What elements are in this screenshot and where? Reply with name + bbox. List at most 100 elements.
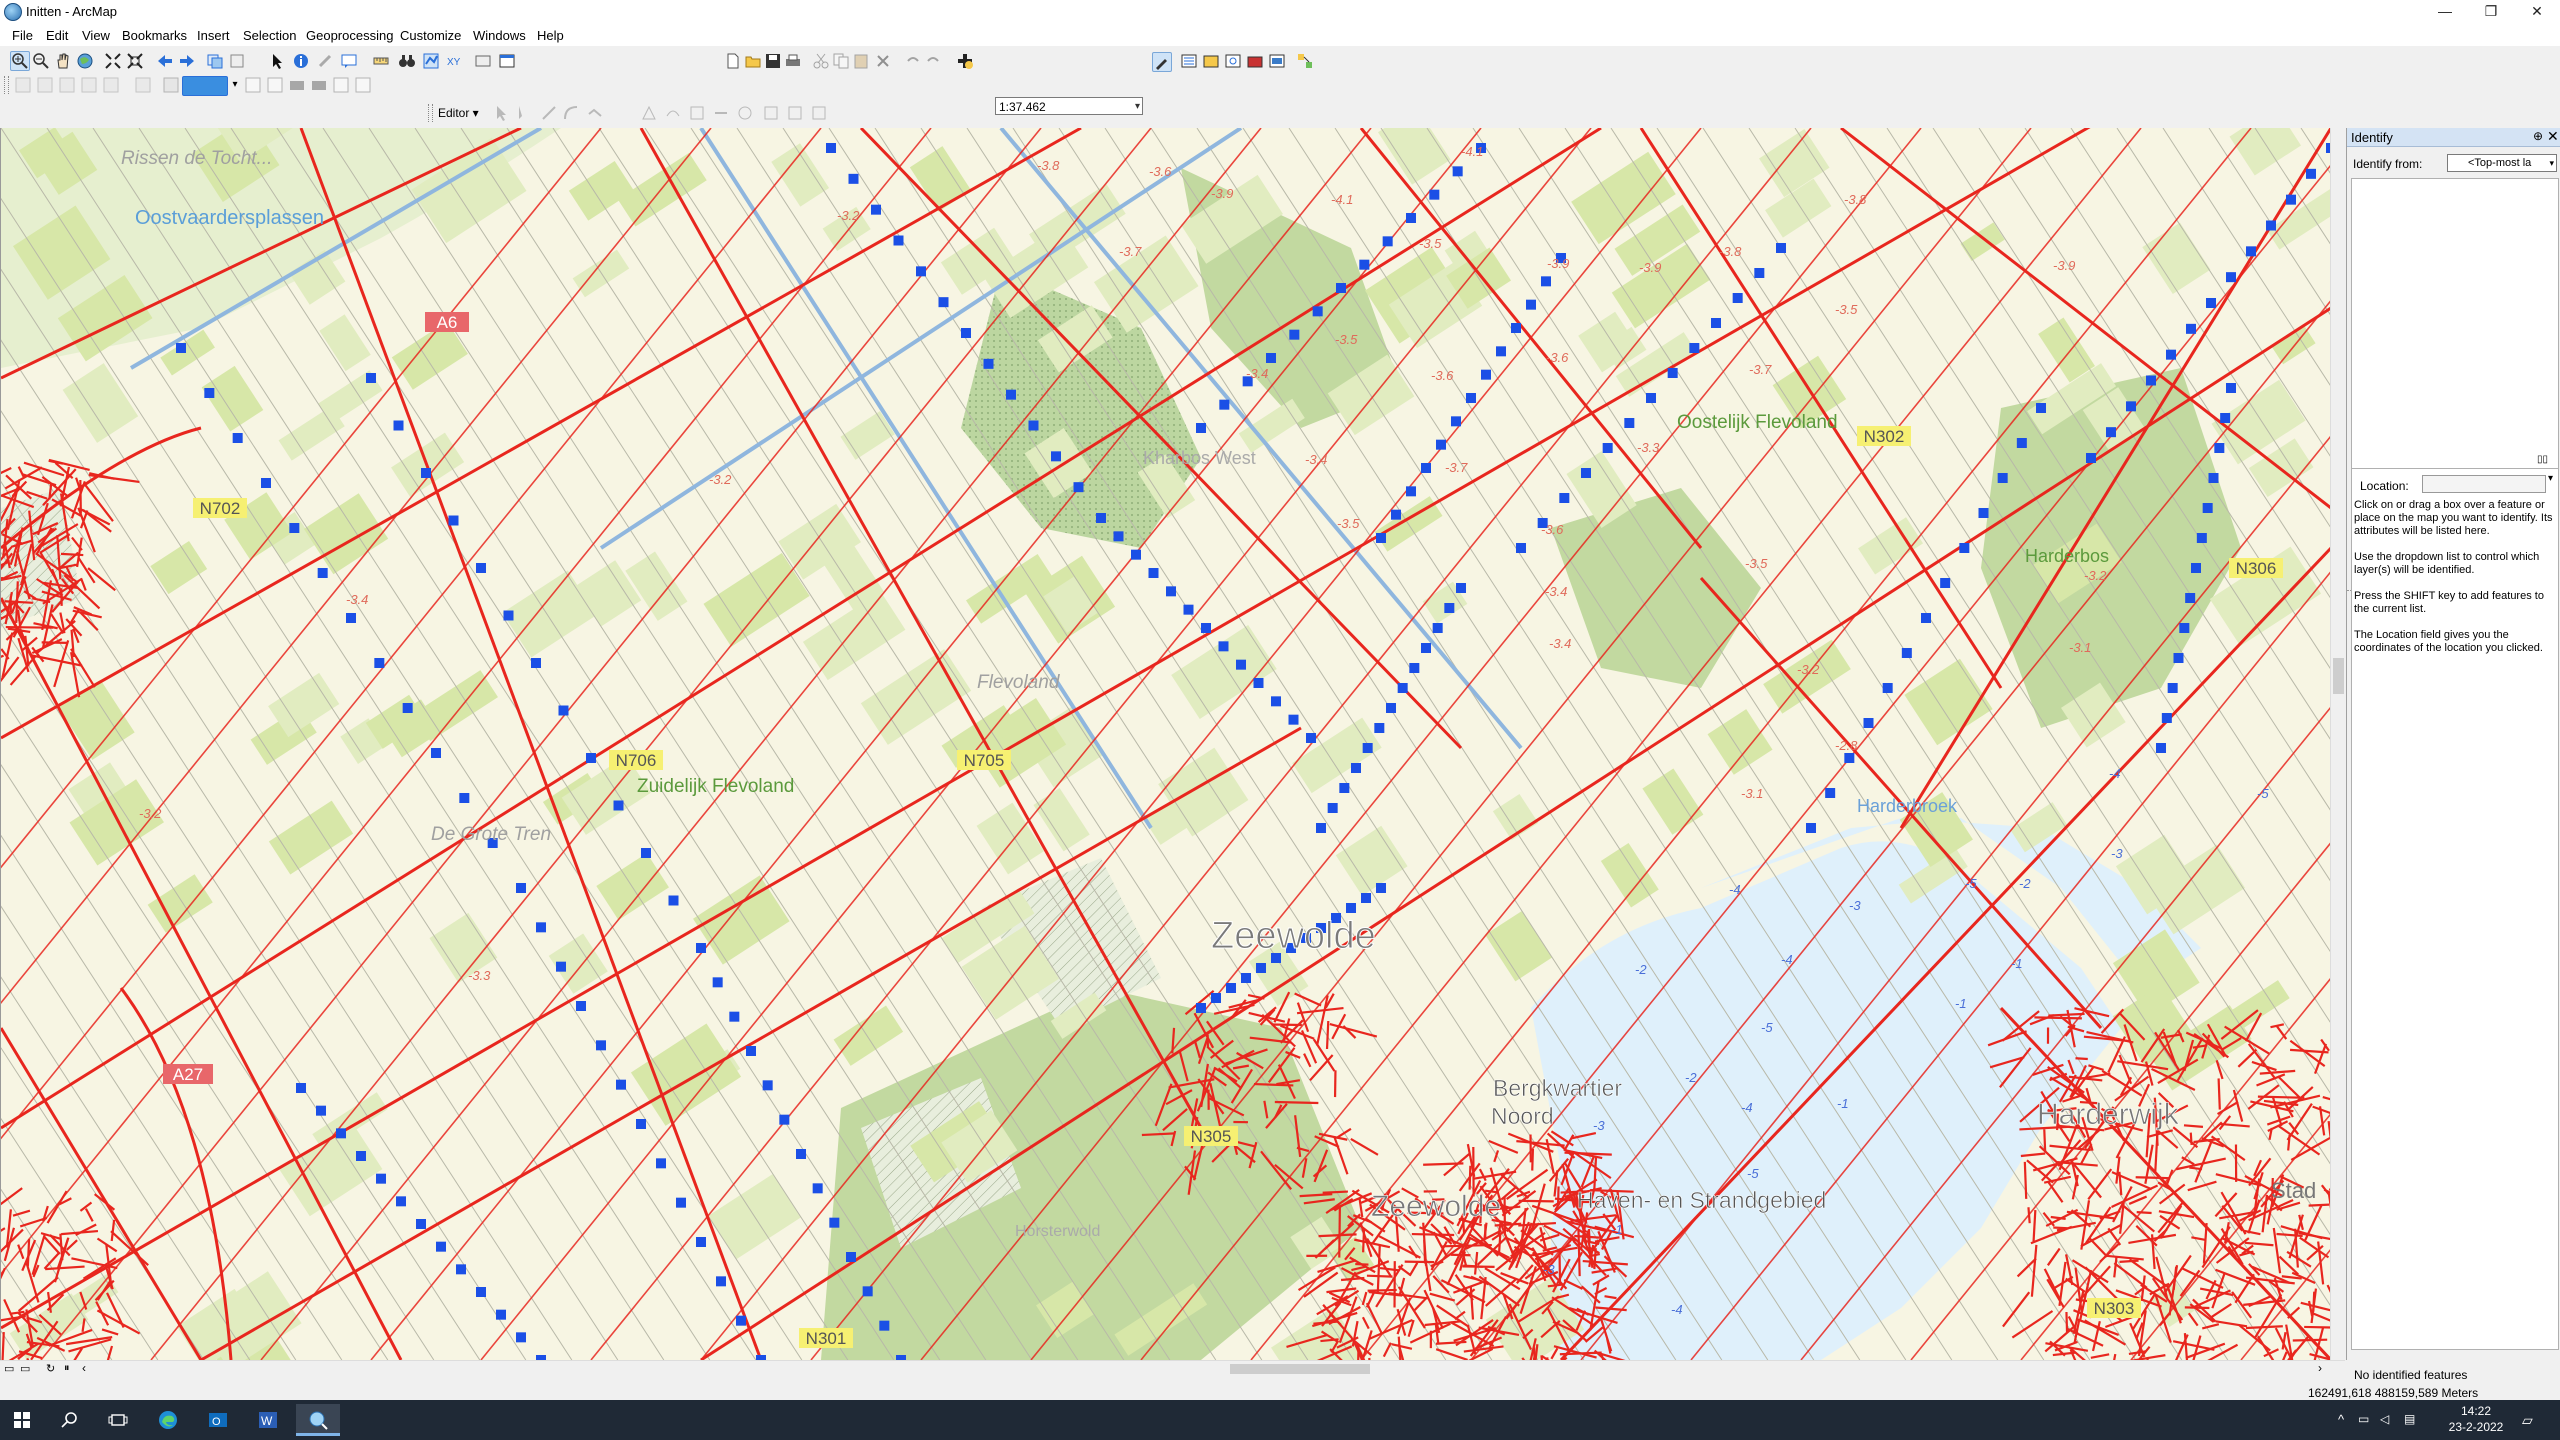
zoom-whole-page-icon[interactable] — [80, 76, 98, 94]
find-route-icon[interactable] — [422, 52, 440, 70]
word-icon[interactable]: W — [246, 1404, 290, 1436]
edit-vertices-icon[interactable] — [640, 104, 658, 122]
pin-icon[interactable]: ⊕ — [2533, 129, 2543, 143]
toolbar-grip[interactable] — [4, 76, 9, 94]
zoom-out-tool-icon[interactable] — [32, 52, 50, 70]
editor-menu[interactable]: Editor ▾ — [438, 106, 479, 120]
copy-icon[interactable] — [832, 52, 850, 70]
windows-start-icon[interactable] — [0, 1404, 44, 1436]
measure-icon[interactable] — [372, 52, 390, 70]
menu-windows[interactable]: Windows — [473, 28, 526, 43]
data-view-icon[interactable]: ▭ — [4, 1362, 14, 1375]
scrollbar-thumb[interactable] — [1230, 1364, 1370, 1374]
open-folder-icon[interactable] — [744, 52, 762, 70]
network-icon[interactable]: ▭ — [2358, 1412, 2369, 1426]
zoom-100-icon[interactable] — [102, 76, 120, 94]
search-window-icon[interactable] — [1224, 52, 1242, 70]
menu-view[interactable]: View — [82, 28, 110, 43]
layout-previous-extent-icon[interactable] — [134, 76, 152, 94]
layout-grid-icon[interactable] — [332, 76, 350, 94]
outlook-icon[interactable]: O — [196, 1404, 240, 1436]
page-setup-icon[interactable] — [266, 76, 284, 94]
menu-file[interactable]: File — [12, 28, 33, 43]
edge-browser-icon[interactable] — [146, 1404, 190, 1436]
layout-view-icon[interactable]: ▭ — [20, 1362, 30, 1375]
snapping-icon[interactable] — [244, 76, 262, 94]
panel-options-icon[interactable]: ▯▯ — [2537, 454, 2548, 465]
split-icon[interactable] — [712, 104, 730, 122]
layout-options-icon[interactable] — [354, 76, 372, 94]
map-view[interactable]: -3.8 -3.6 -4.1 -3.9 -4.1 -3.2 -3.7 -3.5 … — [0, 128, 2331, 1360]
color-swatch-icon[interactable] — [182, 76, 228, 96]
clear-selection-icon[interactable] — [228, 52, 246, 70]
endpoint-arc-icon[interactable] — [562, 104, 580, 122]
html-popup-icon[interactable] — [340, 52, 358, 70]
full-extent-globe-icon[interactable] — [76, 52, 94, 70]
taskbar-clock[interactable]: 14:22 23-2-2022 — [2444, 1403, 2508, 1435]
map-canvas[interactable]: -3.8 -3.6 -4.1 -3.9 -4.1 -3.2 -3.7 -3.5 … — [1, 128, 2331, 1360]
reshape-icon[interactable] — [664, 104, 682, 122]
select-elements-arrow-icon[interactable] — [268, 52, 286, 70]
scrollbar-thumb[interactable] — [2333, 658, 2344, 694]
hyperlink-icon[interactable] — [316, 52, 334, 70]
layout-zoom-out-icon[interactable] — [36, 76, 54, 94]
menu-insert[interactable]: Insert — [197, 28, 230, 43]
forward-arrow-icon[interactable] — [178, 52, 196, 70]
go-to-xy-icon[interactable]: XY — [446, 52, 464, 70]
close-button[interactable]: ✕ — [2514, 0, 2560, 24]
pause-drawing-icon[interactable]: ⏸ — [64, 1362, 70, 1375]
cut-polygons-icon[interactable] — [688, 104, 706, 122]
identify-icon[interactable] — [292, 52, 310, 70]
chevron-down-icon[interactable]: ▾ — [1135, 98, 1140, 116]
show-hidden-icons-icon[interactable]: ^ — [2338, 1412, 2344, 1427]
redo-icon[interactable] — [924, 52, 942, 70]
time-slider-icon[interactable] — [474, 52, 492, 70]
task-view-icon[interactable] — [96, 1404, 140, 1436]
search-icon[interactable] — [48, 1404, 92, 1436]
layout-zoom-in-icon[interactable] — [14, 76, 32, 94]
identify-from-select[interactable]: <Top-most la ▾ — [2447, 154, 2557, 172]
menu-bookmarks[interactable]: Bookmarks — [122, 28, 187, 43]
chevron-down-icon[interactable]: ▾ — [2549, 155, 2554, 171]
export-map-icon[interactable] — [310, 76, 328, 94]
menu-geoprocessing[interactable]: Geoprocessing — [306, 28, 393, 43]
menu-selection[interactable]: Selection — [243, 28, 296, 43]
editor-toolbar-icon[interactable] — [1152, 52, 1172, 72]
menu-help[interactable]: Help — [537, 28, 564, 43]
chevron-down-icon[interactable]: ▾ — [2548, 473, 2553, 484]
scroll-left-icon[interactable]: ‹ — [82, 1361, 86, 1375]
minimize-button[interactable]: — — [2422, 0, 2468, 24]
model-builder-icon[interactable] — [1296, 52, 1314, 70]
close-icon[interactable]: ✕ — [2547, 128, 2559, 145]
menu-edit[interactable]: Edit — [46, 28, 68, 43]
notifications-icon[interactable]: ▱ — [2522, 1412, 2533, 1429]
save-disk-icon[interactable] — [764, 52, 782, 70]
pan-hand-icon[interactable] — [54, 52, 72, 70]
language-icon[interactable]: ▤ — [2404, 1412, 2415, 1426]
cut-icon[interactable] — [812, 52, 830, 70]
catalog-icon[interactable] — [1202, 52, 1220, 70]
sketch-properties-icon[interactable] — [786, 104, 804, 122]
create-viewer-window-icon[interactable] — [498, 52, 516, 70]
arcmap-taskbar-icon[interactable] — [296, 1404, 340, 1436]
back-arrow-icon[interactable] — [156, 52, 174, 70]
paste-icon[interactable] — [852, 52, 870, 70]
map-scale-combo[interactable]: 1:37.462 ▾ — [995, 97, 1143, 115]
undo-icon[interactable] — [904, 52, 922, 70]
map-horizontal-scrollbar[interactable]: ▭ ▭ ↻ ⏸ ‹ › — [0, 1360, 2345, 1377]
select-by-graphics-icon[interactable] — [206, 52, 224, 70]
layout-view-icon[interactable] — [162, 76, 180, 94]
delete-x-icon[interactable] — [874, 52, 892, 70]
editor-toolbar-grip[interactable] — [428, 104, 433, 122]
arctoolbox-icon[interactable] — [1246, 52, 1264, 70]
refresh-icon[interactable]: ↻ — [46, 1362, 55, 1375]
attributes-icon[interactable] — [762, 104, 780, 122]
scroll-right-icon[interactable]: › — [2318, 1361, 2322, 1375]
volume-icon[interactable]: ◁ — [2380, 1412, 2389, 1426]
fixed-zoom-out-icon[interactable] — [126, 52, 144, 70]
map-vertical-scrollbar[interactable] — [2330, 128, 2346, 1360]
rotate-icon[interactable] — [736, 104, 754, 122]
find-binoculars-icon[interactable] — [398, 52, 416, 70]
print-preview-icon[interactable] — [288, 76, 306, 94]
layout-pan-icon[interactable] — [58, 76, 76, 94]
